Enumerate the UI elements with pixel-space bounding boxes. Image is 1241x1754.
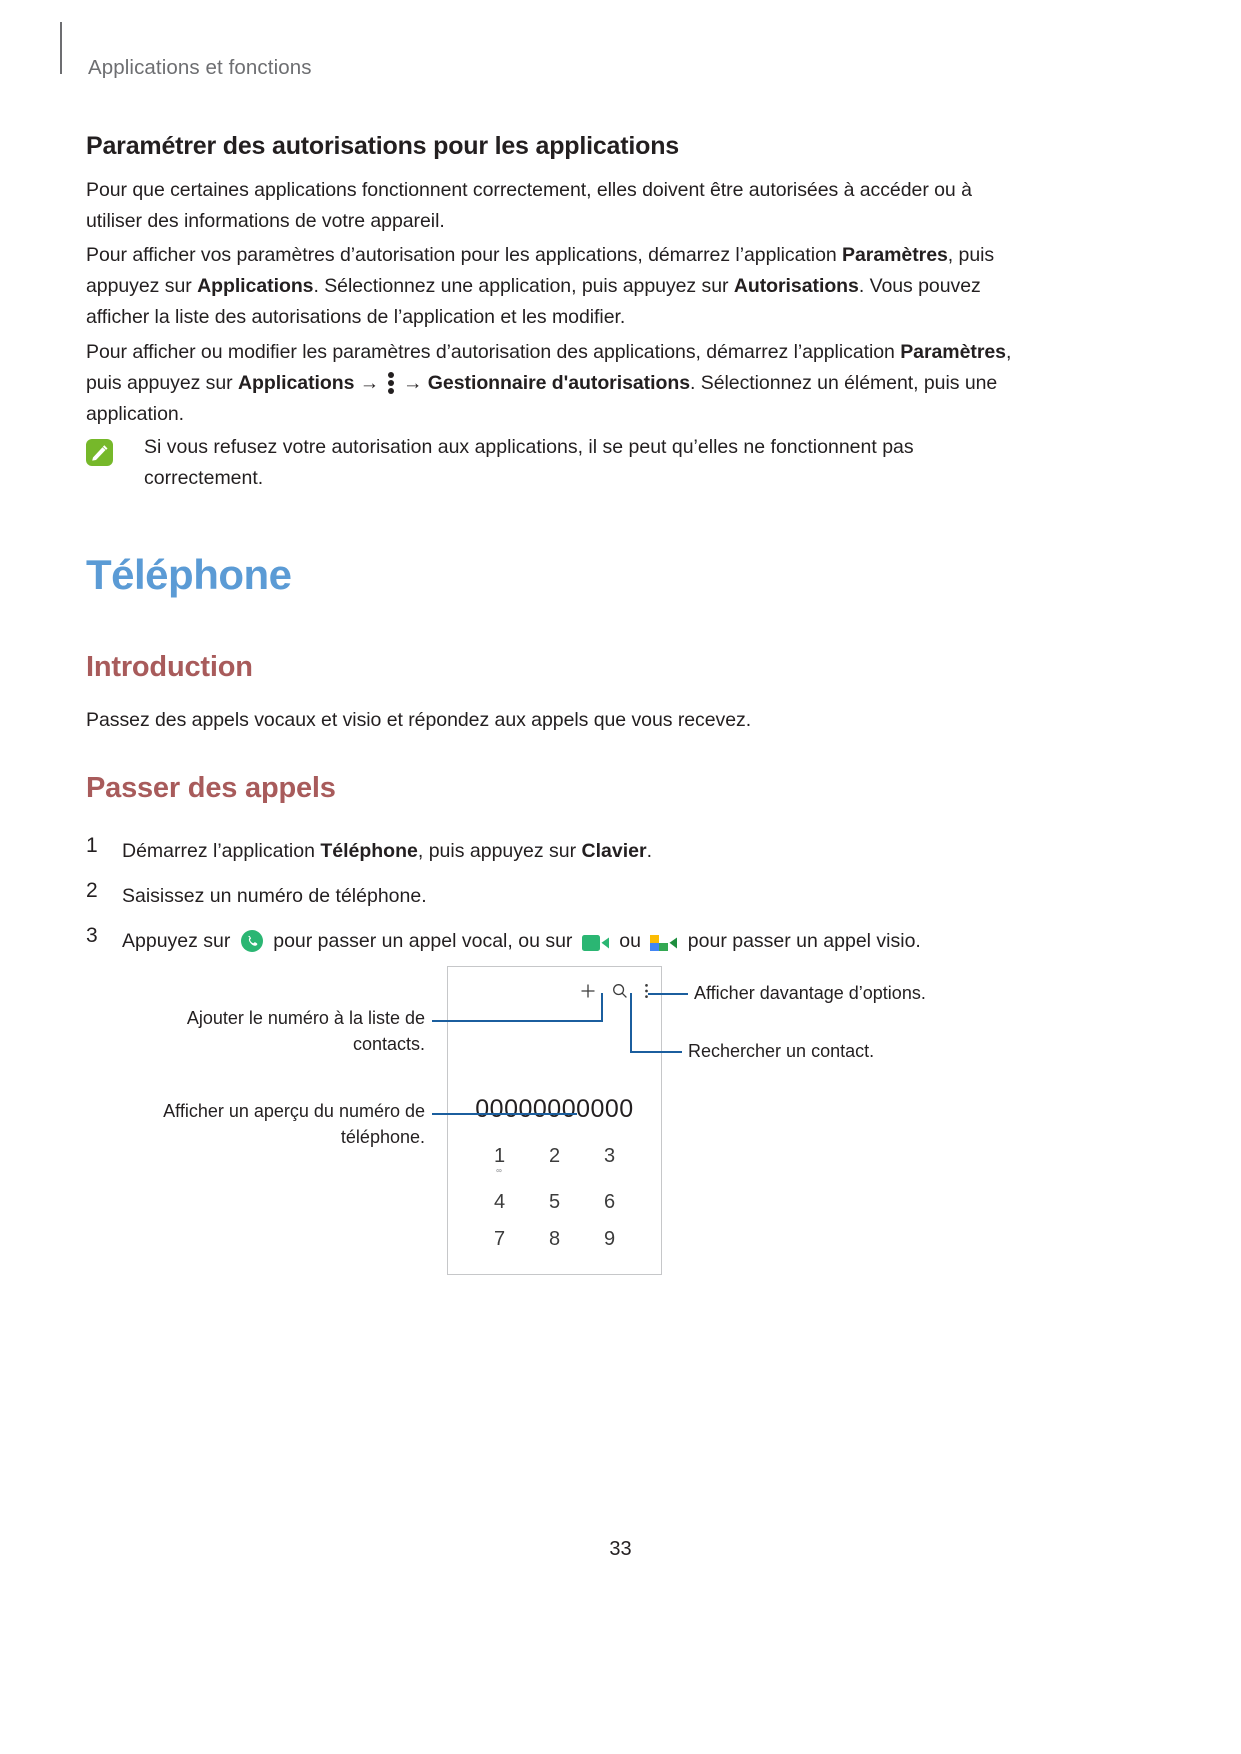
- paragraph-2-bold-applications: Applications: [197, 275, 314, 297]
- keypad-digit: 3: [603, 1145, 616, 1167]
- keypad-digit: 1: [493, 1145, 506, 1167]
- section-heading: Paramétrer des autorisations pour les ap…: [86, 132, 679, 160]
- step-text: Appuyez sur pour passer un appel vocal, …: [122, 926, 921, 962]
- manual-page: Applications et fonctions Paramétrer des…: [0, 0, 1241, 1754]
- header-title: Applications et fonctions: [88, 56, 312, 79]
- paragraph-3-arrow-1: →: [354, 372, 385, 394]
- keypad-key[interactable]: 4: [472, 1191, 527, 1213]
- page-header: Applications et fonctions: [60, 22, 1060, 79]
- step-text: Saisissez un numéro de téléphone.: [122, 885, 427, 907]
- leader-line-search-vertical: [630, 993, 632, 1052]
- step-3-text-3: ou: [613, 930, 647, 952]
- step-1-text-3: .: [646, 840, 653, 862]
- keypad-key[interactable]: 3: [582, 1145, 637, 1175]
- more-options-icon: [387, 371, 395, 394]
- leader-line-add-contact-vertical: [601, 993, 603, 1022]
- phone-call-icon: [240, 929, 264, 962]
- leader-line-search-contact: [630, 1051, 682, 1053]
- keypad-digit: 8: [548, 1228, 561, 1250]
- keypad-key[interactable]: 6: [582, 1191, 637, 1213]
- paragraph-2-text-1: Pour afficher vos paramètres d’autorisat…: [86, 244, 843, 266]
- keypad-digit: 2: [548, 1145, 561, 1167]
- step-3-text-1: Appuyez sur: [122, 930, 236, 952]
- step-text: Démarrez l’application Téléphone, puis a…: [122, 836, 652, 866]
- paragraph-3-bold-applications: Applications: [238, 372, 355, 394]
- callout-more-options: Afficher davantage d’options.: [694, 983, 926, 1003]
- leader-line-preview-number: [432, 1113, 577, 1115]
- dialed-number: 00000000000: [475, 1095, 634, 1123]
- keypad-key[interactable]: 8: [527, 1228, 582, 1250]
- duo-video-call-icon: [650, 932, 678, 962]
- step-1-text-2: , puis appuyez sur: [417, 840, 582, 862]
- callout-add-contact: Ajouter le numéro à la liste de contacts…: [186, 1008, 425, 1054]
- keypad-digit: 7: [493, 1228, 506, 1250]
- keypad-key[interactable]: 9: [582, 1228, 637, 1250]
- paragraph-3-text-1: Pour afficher ou modifier les paramètres…: [86, 341, 901, 363]
- keypad-key[interactable]: 7: [472, 1228, 527, 1250]
- step-number: 3: [86, 924, 98, 947]
- subheading-introduction: Introduction: [86, 651, 253, 683]
- search-icon[interactable]: [612, 983, 628, 1004]
- step-1-bold-phone: Téléphone: [320, 840, 418, 862]
- subheading-make-calls: Passer des appels: [86, 772, 336, 804]
- paragraph-2-text-3: . Sélectionnez une application, puis app…: [313, 275, 734, 297]
- paragraph-2-bold-settings: Paramètres: [842, 244, 948, 266]
- keypad-row: 1 ∞ 2 3: [472, 1145, 637, 1175]
- keypad-digit: 5: [548, 1191, 561, 1213]
- step-3-text-2: pour passer un appel vocal, ou sur: [267, 930, 578, 952]
- keypad-key[interactable]: 2: [527, 1145, 582, 1175]
- keypad-key[interactable]: 5: [527, 1191, 582, 1213]
- callout-search-contact: Rechercher un contact.: [688, 1041, 875, 1061]
- leader-line-add-contact: [432, 1020, 603, 1022]
- keypad-digit: 9: [603, 1228, 616, 1250]
- section-paragraph-2: Pour afficher vos paramètres d’autorisat…: [86, 240, 1031, 333]
- keypad-digit: 6: [603, 1191, 616, 1213]
- paragraph-2-bold-permissions: Autorisations: [733, 275, 859, 297]
- note-icon: [86, 439, 113, 466]
- leader-line-more-options: [648, 993, 688, 995]
- video-call-icon: [581, 932, 610, 962]
- keypad-digit: 4: [493, 1191, 506, 1213]
- callout-preview-number: Afficher un aperçu du numéro de téléphon…: [163, 1101, 425, 1147]
- paragraph-3-arrow-2: →: [397, 372, 428, 394]
- step-number: 2: [86, 879, 98, 902]
- note-text: Si vous refusez votre autorisation aux a…: [144, 436, 914, 489]
- introduction-text: Passez des appels vocaux et visio et rép…: [86, 709, 752, 731]
- paragraph-3-bold-permission-manager: Gestionnaire d'autorisations: [427, 372, 690, 394]
- dial-keypad: 1 ∞ 2 3 4 5 6 7 8 9: [472, 1145, 637, 1265]
- step-1-bold-keypad: Clavier: [581, 840, 647, 862]
- keypad-row: 4 5 6: [472, 1191, 637, 1213]
- keypad-row: 7 8 9: [472, 1228, 637, 1250]
- chapter-title: Téléphone: [86, 551, 292, 598]
- section-paragraph-1: Pour que certaines applications fonction…: [86, 179, 972, 232]
- section-paragraph-3: Pour afficher ou modifier les paramètres…: [86, 337, 1036, 430]
- page-number: 33: [609, 1538, 632, 1560]
- phone-mockup-topbar: [580, 983, 649, 1004]
- plus-icon[interactable]: [580, 983, 596, 1004]
- step-3-text-4: pour passer un appel visio.: [682, 930, 921, 952]
- step-1-text-1: Démarrez l’application: [122, 840, 321, 862]
- step-number: 1: [86, 834, 98, 857]
- keypad-key[interactable]: 1 ∞: [472, 1145, 527, 1175]
- header-divider: [60, 22, 62, 74]
- keypad-sublabel: ∞: [496, 1166, 503, 1175]
- paragraph-3-bold-settings: Paramètres: [900, 341, 1006, 363]
